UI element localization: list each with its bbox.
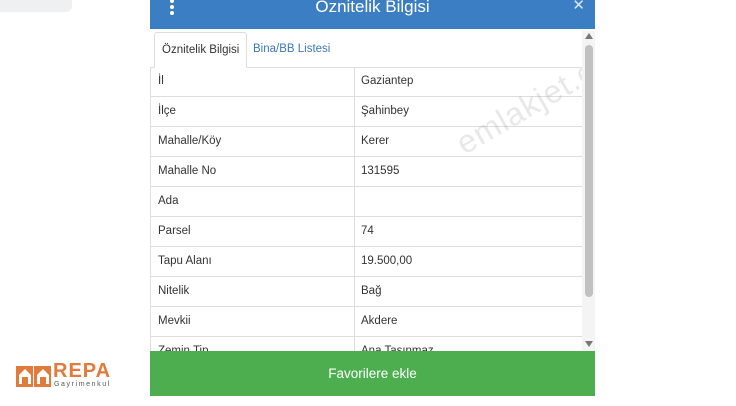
row-label: Parsel	[158, 225, 191, 237]
table-row: Parsel 74	[150, 217, 582, 247]
scroll-up-icon[interactable]	[585, 33, 593, 39]
close-icon[interactable]: ✕	[572, 0, 585, 15]
tab-building-list[interactable]: Bina/BB Listesi	[246, 32, 337, 66]
row-label: Mevkii	[158, 315, 191, 327]
row-value: Gaziantep	[361, 75, 414, 87]
row-value: 19.500,00	[361, 255, 413, 267]
tab-attribute-info[interactable]: Öznitelik Bilgisi	[154, 32, 248, 68]
table-row: İlçe Şahinbey	[150, 97, 582, 127]
table-row: Nitelik Bağ	[150, 277, 582, 307]
row-label: Mahalle No	[158, 165, 217, 177]
row-label: Tapu Alanı	[158, 255, 212, 267]
logo-subtitle: Gayrimenkul	[54, 381, 111, 388]
add-to-favorites-button[interactable]: Favorilere ekle	[150, 351, 595, 396]
attribute-info-modal: Öznitelik Bilgisi ✕ Öznitelik Bilgisi Bi…	[150, 0, 595, 396]
row-value: Akdere	[361, 315, 398, 327]
row-value: Şahinbey	[361, 105, 409, 117]
logo-name: REPA	[53, 360, 112, 382]
row-value: 74	[361, 225, 374, 237]
table-row: İl Gaziantep	[150, 67, 582, 97]
tab-bar: Öznitelik Bilgisi Bina/BB Listesi	[150, 31, 582, 68]
row-value: 131595	[361, 165, 400, 177]
table-row: Mahalle No 131595	[150, 157, 582, 187]
row-label: Nitelik	[158, 285, 190, 297]
scroll-down-icon[interactable]	[585, 341, 593, 347]
table-row: Mahalle/Köy Kerer	[150, 127, 582, 157]
row-label: Mahalle/Köy	[158, 135, 222, 147]
scroll-thumb[interactable]	[585, 45, 593, 297]
row-label: Ada	[158, 195, 179, 207]
attribute-table: İl Gaziantep İlçe Şahinbey Mahalle/Köy Kere…	[150, 67, 582, 367]
table-row: Mevkii Akdere	[150, 307, 582, 337]
row-value: Kerer	[361, 135, 390, 147]
modal-title: Öznitelik Bilgisi	[315, 0, 430, 16]
house-logo-icon	[16, 366, 51, 387]
table-row: Ada	[150, 187, 582, 217]
repa-logo: REPA Gayrimenkul	[16, 360, 126, 392]
scrollbar[interactable]	[582, 31, 595, 351]
row-label: İl	[158, 75, 164, 87]
row-label: İlçe	[158, 105, 176, 117]
row-value: Bağ	[361, 285, 382, 297]
background-panel	[0, 0, 72, 12]
modal-header: Öznitelik Bilgisi ✕	[150, 0, 595, 29]
table-row: Tapu Alanı 19.500,00	[150, 247, 582, 277]
